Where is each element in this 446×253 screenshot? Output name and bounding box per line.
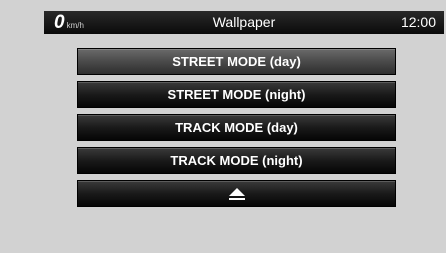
menu-item-label: STREET MODE (night)	[167, 87, 306, 102]
clock: 12:00	[400, 14, 436, 30]
display-screen: 0 km/h Wallpaper 12:00 STREET MODE (day)…	[0, 0, 446, 253]
street-mode-day-button[interactable]: STREET MODE (day)	[77, 48, 396, 75]
menu-item-label: STREET MODE (day)	[172, 54, 301, 69]
track-mode-night-button[interactable]: TRACK MODE (night)	[77, 147, 396, 174]
menu-item-label: TRACK MODE (day)	[175, 120, 298, 135]
screen-title: Wallpaper	[212, 14, 276, 30]
status-bar: 0 km/h Wallpaper 12:00	[44, 11, 444, 34]
menu-item-label: TRACK MODE (night)	[170, 153, 303, 168]
eject-icon	[228, 187, 245, 200]
eject-button[interactable]	[77, 180, 396, 207]
track-mode-day-button[interactable]: TRACK MODE (day)	[77, 114, 396, 141]
wallpaper-menu: STREET MODE (day) STREET MODE (night) TR…	[77, 48, 396, 213]
street-mode-night-button[interactable]: STREET MODE (night)	[77, 81, 396, 108]
